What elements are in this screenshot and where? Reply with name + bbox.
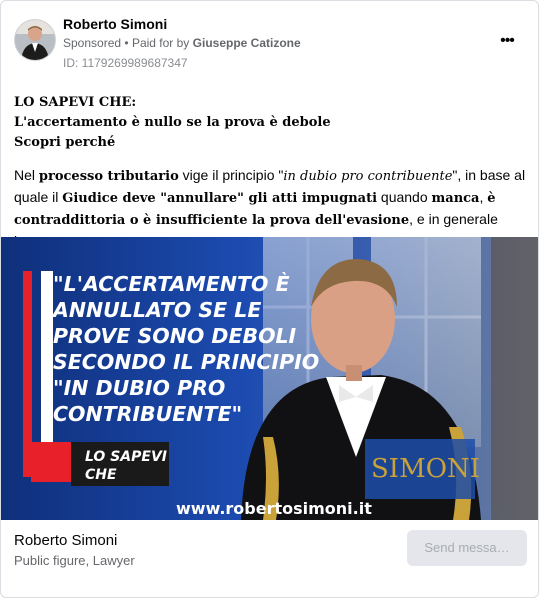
ad-image[interactable]: "L'ACCERTAMENTO È ANNULLATO SE LE PROVE … (1, 237, 538, 520)
para-text: vige il principio " (178, 167, 284, 183)
more-options-icon[interactable]: ••• (495, 31, 519, 51)
post-footer: Roberto Simoni Public figure, Lawyer Sen… (1, 520, 538, 597)
quote-line-6: CONTRIBUENTE" (53, 402, 242, 426)
footer-page-name[interactable]: Roberto Simoni (14, 532, 117, 549)
paid-by-name[interactable]: Giuseppe Catizone (193, 36, 301, 50)
para-bold: processo tributario (38, 169, 179, 184)
red-accent-bar (23, 271, 32, 477)
headline-line-3: Scopri perché (14, 135, 116, 150)
author-avatar[interactable] (14, 19, 56, 61)
white-accent-bar (41, 271, 53, 467)
badge-line-2: CHE (85, 467, 117, 483)
para-bold: manca (431, 191, 480, 206)
quote-line-1: "L'ACCERTAMENTO È (53, 271, 290, 296)
sponsored-label: Sponsored (63, 36, 122, 50)
ad-image-graphic: "L'ACCERTAMENTO È ANNULLATO SE LE PROVE … (1, 237, 538, 520)
sponsored-post-card: Roberto Simoni Sponsored • Paid for by G… (0, 0, 539, 598)
quote-line-4: SECONDO IL PRINCIPIO (53, 350, 319, 374)
avatar-portrait (15, 20, 55, 60)
footer-category: Public figure, Lawyer (14, 553, 135, 568)
post-header: Roberto Simoni Sponsored • Paid for by G… (1, 1, 538, 81)
quote-line-3: PROVE SONO DEBOLI (53, 324, 297, 348)
para-bold: Giudice deve "annullare" gli atti impugn… (62, 191, 378, 206)
para-italic: in dubio pro contribuente (283, 169, 453, 184)
author-name[interactable]: Roberto Simoni (63, 16, 167, 32)
badge-red-square (31, 442, 71, 482)
headline-line-2: L'accertamento è nullo se la prova è deb… (14, 115, 331, 130)
quote-line-5: "IN DUBIO PRO (53, 376, 225, 400)
paid-for-prefix: Paid for by (131, 36, 190, 50)
badge-line-1: LO SAPEVI (85, 449, 167, 465)
website-url: www.robertosimoni.it (176, 499, 372, 518)
sponsor-line: Sponsored • Paid for by Giuseppe Catizon… (63, 36, 301, 50)
headline-line-1: LO SAPEVI CHE: (14, 95, 137, 110)
send-message-button[interactable]: Send messa… (407, 530, 527, 566)
logo-text: SIMONI (371, 454, 480, 484)
post-text: LO SAPEVI CHE: L'accertamento è nullo se… (14, 93, 526, 251)
dot-separator: • (124, 36, 132, 50)
quote-line-2: ANNULLATO SE LE (51, 298, 261, 322)
para-text: Nel (14, 167, 39, 183)
para-text: quando (377, 189, 432, 205)
ad-id: ID: 1179269989687347 (63, 56, 188, 70)
